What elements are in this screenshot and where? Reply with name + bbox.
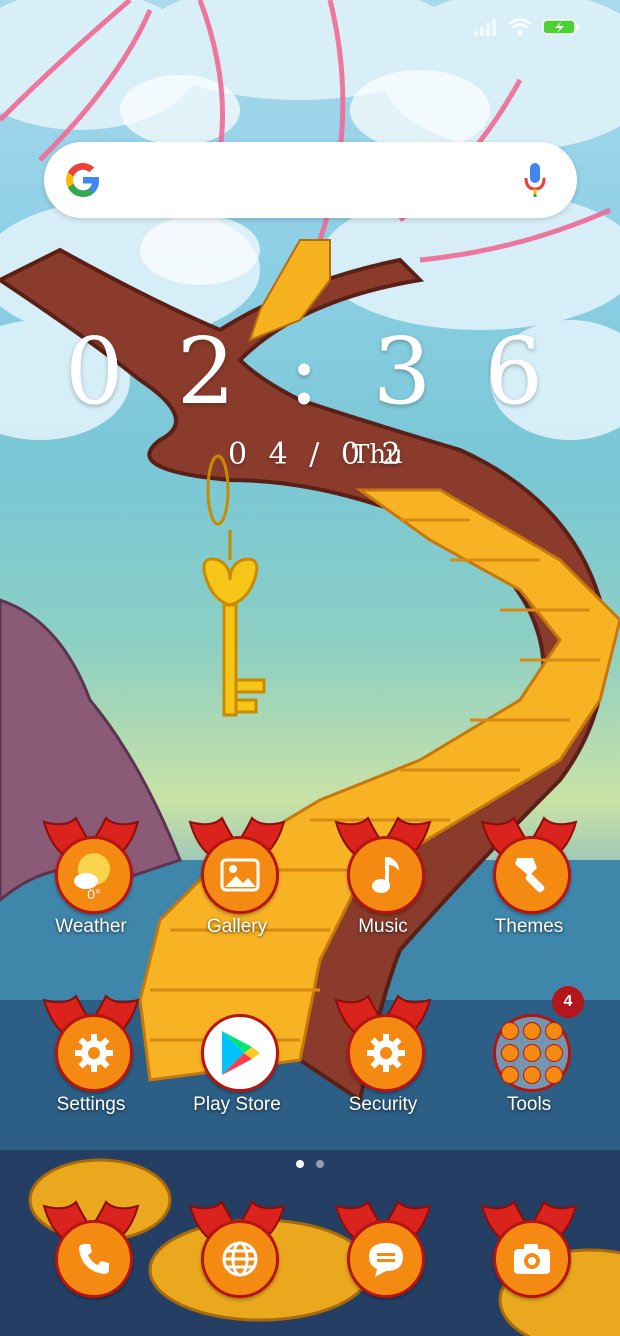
microphone-icon[interactable] [523,162,547,198]
app-gallery[interactable]: Gallery [164,814,310,938]
gear-icon [347,1014,425,1092]
gallery-icon [201,836,279,914]
app-label-settings: Settings [56,1094,126,1115]
dock-phone[interactable] [18,1198,164,1302]
app-label-security: Security [348,1094,418,1115]
app-security[interactable]: Security [310,992,456,1116]
page-dot[interactable] [316,1160,324,1168]
weather-icon: 0° [55,836,133,914]
clock-time[interactable]: 0 2 : 3 6 [0,318,620,425]
page-indicator [0,1160,620,1168]
phone-icon [55,1220,133,1298]
folder-app-icon [523,1022,541,1040]
app-label-play-store: Play Store [193,1094,281,1115]
folder-tools[interactable]: 4 Tools [456,986,602,1116]
app-settings[interactable]: Settings [18,992,164,1116]
folder-app-icon [501,1022,519,1040]
app-label-music: Music [358,916,408,937]
clock-day: Thu [352,440,403,470]
folder-app-icon [501,1044,519,1062]
dock-browser[interactable] [164,1198,310,1302]
app-label-gallery: Gallery [206,916,268,937]
folder-app-icon [523,1066,541,1084]
app-label-themes: Themes [494,916,564,937]
app-music[interactable]: Music [310,814,456,938]
music-note-icon [347,836,425,914]
google-search-bar[interactable] [44,142,577,218]
wifi-icon [508,18,532,36]
status-bar [0,0,620,58]
battery-charging-icon [542,19,579,35]
play-store-icon [201,1014,279,1092]
page-dot-active[interactable] [296,1160,304,1168]
folder-icon [493,1014,571,1092]
globe-icon [201,1220,279,1298]
app-label-weather: Weather [55,916,127,937]
dock-camera[interactable] [456,1198,602,1302]
folder-app-icon [545,1044,563,1062]
folder-app-icon [501,1066,519,1084]
chat-bubble-icon [347,1220,425,1298]
google-logo-icon [66,163,99,197]
gear-icon [55,1014,133,1092]
dock-messages[interactable] [310,1198,456,1302]
folder-app-icon [523,1044,541,1062]
camera-icon [493,1220,571,1298]
notification-badge: 4 [552,986,584,1018]
app-themes[interactable]: Themes [456,814,602,938]
weather-temp: 0° [87,886,100,902]
paintbrush-icon [493,836,571,914]
folder-app-icon [545,1066,563,1084]
app-label-tools: Tools [506,1094,552,1115]
cell-signal-icon [474,19,496,36]
app-play-store[interactable]: Play Store [164,992,310,1116]
folder-app-icon [545,1022,563,1040]
app-weather[interactable]: 0° Weather [18,814,164,938]
